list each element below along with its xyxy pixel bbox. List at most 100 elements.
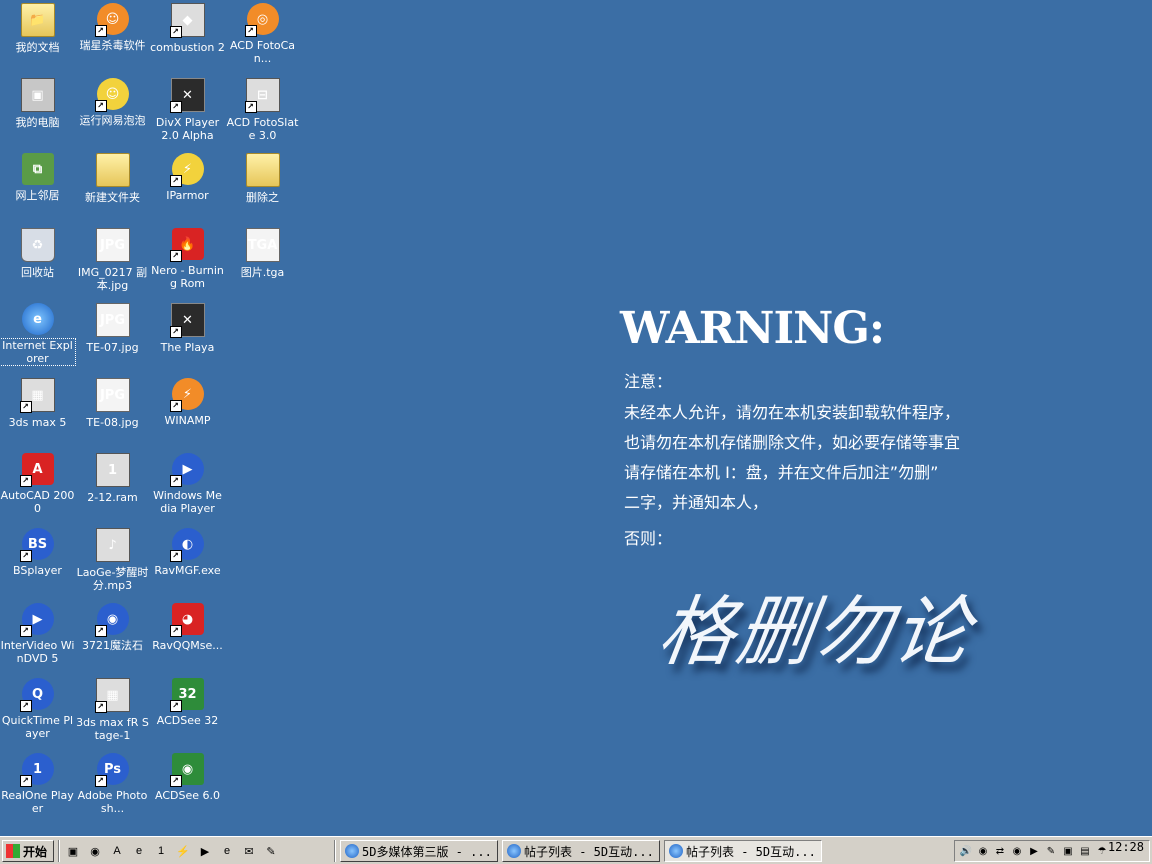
outlook-icon[interactable]: ✉ bbox=[240, 842, 258, 860]
new-folder-icon bbox=[95, 153, 130, 187]
divx-icon: ✕ ↗ bbox=[169, 78, 205, 113]
shield-icon[interactable]: ◉ bbox=[976, 844, 990, 858]
desktop-icon[interactable]: Ps ↗ Adobe Photosh... bbox=[75, 750, 150, 825]
desktop-icon-label: AutoCAD 2000 bbox=[0, 489, 75, 515]
play-icon[interactable]: ▶ bbox=[1027, 844, 1041, 858]
desktop-icon-label: Windows Media Player bbox=[153, 489, 222, 515]
winamp-icon: ⚡ ↗ bbox=[169, 378, 204, 412]
desktop-icon[interactable]: A ↗ AutoCAD 2000 bbox=[0, 450, 75, 525]
desktop-icon[interactable]: BS ↗ BSplayer bbox=[0, 525, 75, 600]
desktop-icon[interactable]: ◐ ↗ RavMGF.exe bbox=[150, 525, 225, 600]
jpg-file-icon: JPG bbox=[95, 378, 130, 412]
desktop-icon[interactable]: ⚡ ↗ IParmor bbox=[150, 150, 225, 225]
taskbar: 开始 ▣ ◉ Ae 1 ⚡ ▶ e ✉ ✎ 5D多媒体第三版 - ... 帖子列表 - 5D互动… bbox=[0, 836, 1152, 864]
desktop-icon-label: RavQQMse... bbox=[152, 639, 223, 652]
desktop-icon[interactable]: ♪ LaoGe-梦醒时分.mp3 bbox=[75, 525, 150, 600]
desktop-icon-label: combustion 2 bbox=[150, 41, 225, 54]
desktop-icon[interactable]: ⊟ ↗ ACD FotoSlate 3.0 bbox=[225, 75, 300, 150]
desktop-icon[interactable]: ▦ ↗ 3ds max 5 bbox=[0, 375, 75, 450]
desktop-icon[interactable]: ⧉ 网上邻居 bbox=[0, 150, 75, 225]
desktop-icon-label: 图片.tga bbox=[240, 266, 285, 279]
desktop-icon-label: IParmor bbox=[166, 189, 209, 202]
quicktime-icon: Q ↗ bbox=[19, 678, 54, 712]
media-icon[interactable]: ◉ bbox=[1010, 844, 1024, 858]
quick-launch-bar: ▣ ◉ Ae 1 ⚡ ▶ e ✉ ✎ bbox=[64, 841, 280, 861]
3ds-max-icon: ▦ ↗ bbox=[94, 678, 130, 713]
desktop-icon[interactable]: Q ↗ QuickTime Player bbox=[0, 675, 75, 750]
3ds-max-icon: ▦ ↗ bbox=[19, 378, 55, 413]
desktop-icon-label: 运行网易泡泡 bbox=[79, 114, 146, 127]
edit-icon[interactable]: ✎ bbox=[1044, 844, 1058, 858]
desktop-icon[interactable]: ▶ ↗ Windows Media Player bbox=[150, 450, 225, 525]
taskbar-separator bbox=[58, 840, 60, 862]
desktop-icon[interactable]: ◉ ↗ 3721魔法石 bbox=[75, 600, 150, 675]
internet-explorer-icon[interactable]: e bbox=[218, 842, 236, 860]
internet-explorer-icon bbox=[507, 844, 521, 858]
desktop-icon[interactable]: JPG IMG_0217 副本.jpg bbox=[75, 225, 150, 300]
input-method-icon[interactable]: ▤ bbox=[1078, 844, 1092, 858]
winamp-icon[interactable]: ⚡ bbox=[174, 842, 192, 860]
volume-icon[interactable]: 🔊 bbox=[959, 844, 973, 858]
desktop-icon[interactable]: 1 2-12.ram bbox=[75, 450, 150, 525]
the-playa-icon: ✕ ↗ bbox=[169, 303, 205, 338]
media-player-icon[interactable]: ▶ bbox=[196, 842, 214, 860]
display-icon[interactable]: ▣ bbox=[1061, 844, 1075, 858]
taskbar-button[interactable]: 帖子列表 - 5D互动... bbox=[664, 840, 822, 862]
desktop-icon[interactable]: ◉ ↗ ACDSee 6.0 bbox=[150, 750, 225, 825]
desktop-icon[interactable]: 📁 我的文档 bbox=[0, 0, 75, 75]
network-icon[interactable]: ⇄ bbox=[993, 844, 1007, 858]
desktop-icon[interactable]: TGA 图片.tga bbox=[225, 225, 300, 300]
desktop-icon[interactable]: ♻ 回收站 bbox=[0, 225, 75, 300]
desktop-icon[interactable]: ◎ ↗ ACD FotoCan... bbox=[225, 0, 300, 75]
desktop-icon-label: TE-07.jpg bbox=[86, 341, 139, 354]
desktop-icon-label: ACD FotoSlate 3.0 bbox=[226, 116, 299, 142]
realone-icon[interactable]: 1 bbox=[152, 842, 170, 860]
mp3-file-icon: ♪ bbox=[95, 528, 130, 562]
desktop-icon[interactable]: ▦ ↗ 3ds max fR Stage-1 bbox=[75, 675, 150, 750]
desktop-icon[interactable]: e Internet Explorer bbox=[0, 300, 76, 375]
windows-logo-icon bbox=[6, 844, 20, 858]
desktop-icon[interactable]: ◆ ↗ combustion 2 bbox=[150, 0, 225, 75]
show-desktop-icon[interactable]: ▣ bbox=[64, 842, 82, 860]
windvd-icon: ▶ ↗ bbox=[19, 603, 54, 637]
taskbar-button[interactable]: 帖子列表 - 5D互动... bbox=[502, 840, 660, 862]
desktop-icon[interactable]: ✕ ↗ DivX Player 2.0 Alpha bbox=[150, 75, 225, 150]
desktop-icon[interactable]: ◕ ↗ RavQQMse... bbox=[150, 600, 225, 675]
desktop-icon-label: Adobe Photosh... bbox=[77, 789, 148, 815]
shortcut-arrow-icon: ↗ bbox=[169, 26, 182, 38]
desktop-icon[interactable]: ▶ ↗ InterVideo WinDVD 5 bbox=[0, 600, 75, 675]
clock[interactable]: 12:28 bbox=[1108, 840, 1144, 854]
shortcut-arrow-icon: ↗ bbox=[169, 700, 182, 712]
desktop-icon[interactable]: 删除之 bbox=[225, 150, 300, 225]
computer-icon: ▣ bbox=[20, 78, 55, 112]
desktop-icon[interactable]: ▣ 我的电脑 bbox=[0, 75, 75, 150]
desktop-icon-label: 瑞星杀毒软件 bbox=[79, 39, 146, 52]
desktop-icon[interactable]: JPG TE-08.jpg bbox=[75, 375, 150, 450]
start-button[interactable]: 开始 bbox=[2, 840, 54, 862]
taskbar-button[interactable]: 5D多媒体第三版 - ... bbox=[340, 840, 498, 862]
desktop-icon[interactable]: 新建文件夹 bbox=[75, 150, 150, 225]
desktop-icon[interactable]: 32 ↗ ACDSee 32 bbox=[150, 675, 225, 750]
desktop-icon[interactable]: ⚡ ↗ WINAMP bbox=[150, 375, 225, 450]
desktop-icon[interactable]: 1 ↗ RealOne Player bbox=[0, 750, 75, 825]
shortcut-arrow-icon: ↗ bbox=[19, 700, 32, 712]
desktop-icon[interactable]: ✕ ↗ The Playa bbox=[150, 300, 225, 375]
desktop-icon-label: 2-12.ram bbox=[87, 491, 138, 504]
iparmor-icon: ⚡ ↗ bbox=[169, 153, 204, 187]
taskbar-button-label: 5D多媒体第三版 - ... bbox=[362, 844, 492, 859]
warning-signature: 格删勿论 bbox=[652, 587, 978, 676]
taskbar-separator bbox=[334, 840, 336, 862]
desktop[interactable]: 📁 我的文档 ▣ 我的电脑 ⧉ 网上邻居 ♻ 回收站 e Internet Explorer ▦ ↗ 3… bbox=[0, 0, 1152, 836]
ie-icon[interactable]: e bbox=[130, 842, 148, 860]
desktop-icon[interactable]: JPG TE-07.jpg bbox=[75, 300, 150, 375]
shortcut-arrow-icon: ↗ bbox=[19, 625, 32, 637]
desktop-icon[interactable]: 🔥 ↗ Nero - Burning Rom bbox=[150, 225, 225, 300]
media-icon[interactable]: ◉ bbox=[86, 842, 104, 860]
desktop-icon[interactable]: ☺ ↗ 瑞星杀毒软件 bbox=[75, 0, 150, 75]
shortcut-arrow-icon: ↗ bbox=[19, 475, 32, 487]
warning-line: 未经本人允许，请勿在本机安装卸载软件程序， bbox=[624, 403, 961, 422]
desktop-icon-label: InterVideo WinDVD 5 bbox=[0, 639, 75, 665]
autocad-icon[interactable]: A bbox=[108, 842, 126, 860]
notepad-icon[interactable]: ✎ bbox=[262, 842, 280, 860]
desktop-icon[interactable]: ☺ ↗ 运行网易泡泡 bbox=[75, 75, 150, 150]
